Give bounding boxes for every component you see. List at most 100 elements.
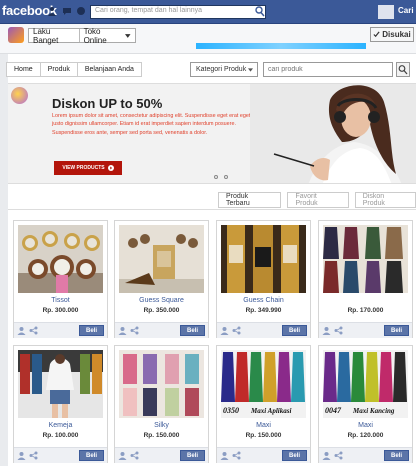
share-icon[interactable] [334,326,343,335]
product-name[interactable]: Guess Square [115,297,208,304]
buy-button[interactable]: Beli [282,450,307,461]
search-placeholder: Cari orang, tempat dan hal lainnya [95,7,203,14]
product-card[interactable]: Guess Square Rp. 350.000 Beli [114,220,209,338]
promo-model-image [250,84,416,183]
facebook-top-bar: facebook Cari orang, tempat dan hal lain… [0,0,416,24]
product-name[interactable]: Silky [115,422,208,429]
tab-diskon-produk[interactable]: Diskon Produk [354,192,416,208]
discount-emblem-icon [11,87,28,104]
product-price: Rp. 349.990 [245,307,282,314]
carousel-dot[interactable] [214,175,218,179]
category-label: Kategori Produk [196,66,247,73]
image-caption: Maxi Aplikasi [250,407,291,415]
product-name[interactable]: Kemeja [14,422,107,429]
product-image[interactable] [18,225,103,293]
product-price: Rp. 120.000 [347,432,384,439]
product-card-footer: Beli [217,322,310,338]
product-price: Rp. 150.000 [245,432,282,439]
product-name[interactable]: Maxi [319,422,412,429]
user-name-link[interactable]: Cari [398,6,414,15]
product-image[interactable]: 0047 Maxi Kancing [323,350,408,418]
tab-favorit-produk[interactable]: Favorit Produk [287,192,349,208]
checkmark-icon [373,31,380,38]
shop-title-button[interactable]: Laku Banget Toko Online [28,27,136,45]
product-image[interactable] [18,350,103,418]
promo-title: Diskon UP to 50% [52,96,163,111]
user-icon[interactable] [322,326,331,335]
product-card-footer: Beli [14,322,107,338]
share-icon[interactable] [334,451,343,460]
product-card[interactable]: Guess Chain Rp. 349.990 Beli [216,220,311,338]
view-products-button[interactable]: VIEW PRODUCTS [54,161,122,175]
product-image[interactable] [119,350,204,418]
globe-icon[interactable] [76,6,86,16]
nav-home[interactable]: Home [7,63,41,76]
promo-body: Lorem ipsum dolor sit amet, consectetur … [52,113,251,136]
facebook-search-field[interactable]: Cari orang, tempat dan hal lainnya [90,5,266,19]
user-icon[interactable] [118,326,127,335]
share-icon[interactable] [130,326,139,335]
nav-belanjaan-anda[interactable]: Belanjaan Anda [78,63,141,76]
product-card-footer: Beli [319,447,412,463]
tab-produk-terbaru[interactable]: Produk Terbaru [218,192,282,208]
messages-icon[interactable] [62,6,72,16]
user-icon[interactable] [322,451,331,460]
product-name[interactable]: Maxi [217,422,310,429]
product-image[interactable] [221,225,306,293]
user-icon[interactable] [17,326,26,335]
user-icon[interactable] [220,326,229,335]
shop-name[interactable]: Laku Banget [29,27,80,45]
share-icon[interactable] [29,451,38,460]
product-card[interactable]: Tissot Rp. 300.000 Beli [13,220,108,338]
product-card[interactable]: 0350 Maxi Aplikasi Maxi Rp. 150.000 Beli [216,345,311,463]
buy-button[interactable]: Beli [180,325,205,336]
buy-button[interactable]: Beli [384,325,409,336]
shop-type-label: Toko Online [83,26,107,45]
product-card[interactable]: 0047 Maxi Kancing Maxi Rp. 120.000 Beli [318,345,413,463]
share-icon[interactable] [29,326,38,335]
share-icon[interactable] [232,326,241,335]
product-card-footer: Beli [115,447,208,463]
promo-banner: Diskon UP to 50% Lorem ipsum dolor sit a… [8,83,416,184]
chevron-down-icon [125,33,131,38]
search-button[interactable] [396,62,410,77]
product-name[interactable]: Guess Chain [217,297,310,304]
buy-button[interactable]: Beli [180,450,205,461]
product-image[interactable] [119,225,204,293]
liked-button[interactable]: Disukai [370,27,414,42]
user-icon[interactable] [220,451,229,460]
search-icon [398,65,408,75]
buy-button[interactable]: Beli [79,325,104,336]
friend-requests-icon[interactable] [48,6,58,16]
product-search-input[interactable] [263,62,393,77]
product-image[interactable] [323,225,408,293]
buy-button[interactable]: Beli [282,325,307,336]
product-card[interactable]: Kemeja Rp. 100.000 Beli [13,345,108,463]
share-icon[interactable] [130,451,139,460]
carousel-dot[interactable] [224,175,228,179]
product-price: Rp. 150.000 [143,432,180,439]
shop-type-dropdown[interactable]: Toko Online [80,27,135,45]
product-image[interactable]: 0350 Maxi Aplikasi [221,350,306,418]
notification-icons [48,6,86,16]
user-icon[interactable] [17,451,26,460]
shop-nav: Home Produk Belanjaan Anda [6,62,142,77]
search-icon[interactable] [255,6,265,17]
nav-produk[interactable]: Produk [41,63,78,76]
buy-button[interactable]: Beli [79,450,104,461]
avatar[interactable] [378,5,394,19]
chevron-down-icon [248,67,254,72]
divider [8,209,416,210]
user-icon[interactable] [118,451,127,460]
image-caption: Maxi Kancing [352,407,395,415]
product-name[interactable]: Tissot [14,297,107,304]
product-price: Rp. 350.000 [143,307,180,314]
image-caption: 0350 [223,406,239,415]
product-card[interactable]: Silky Rp. 150.000 Beli [114,345,209,463]
product-price: Rp. 170.000 [347,307,384,314]
category-dropdown[interactable]: Kategori Produk [190,62,258,77]
buy-button[interactable]: Beli [384,450,409,461]
product-price: Rp. 100.000 [42,432,79,439]
share-icon[interactable] [232,451,241,460]
product-card[interactable]: Rp. 170.000 Beli [318,220,413,338]
